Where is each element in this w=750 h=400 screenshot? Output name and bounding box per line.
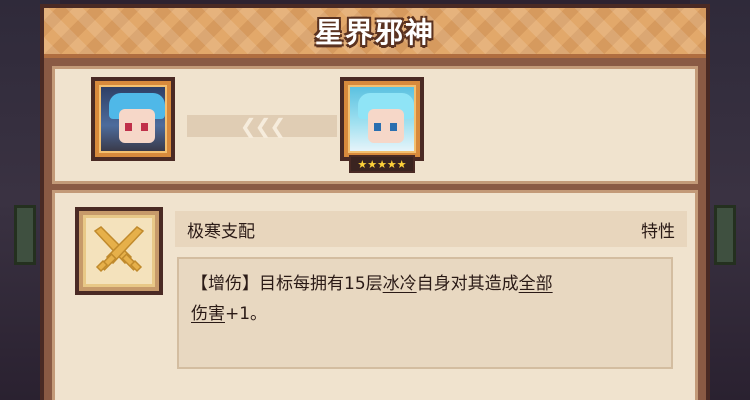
trait-name-bar: 极寒支配 特性 (175, 211, 687, 247)
blue-haired-character-icon (99, 85, 167, 153)
crossed-swords-icon (83, 215, 155, 287)
description-text: +1。 (225, 304, 268, 324)
trait-icon-frame (75, 207, 163, 295)
side-tab-right (714, 205, 736, 265)
trait-dialog: 星界邪神 ❮❮❮ ★★★★★ 极寒支配 特性 【增伤】目标每拥有15层冰冷自身对… (40, 4, 710, 400)
dialog-header: 星界邪神 (44, 8, 706, 58)
ice-haired-character-icon (348, 85, 416, 153)
evolution-arrow: ❮❮❮ (187, 114, 337, 138)
evolution-section: ❮❮❮ ★★★★★ (52, 66, 698, 184)
description-text: 自身对其造成 (416, 274, 519, 294)
trait-section: 极寒支配 特性 【增伤】目标每拥有15层冰冷自身对其造成全部伤害+1。 (52, 190, 698, 400)
keyword-link-all[interactable]: 全部 (519, 274, 553, 294)
dialog-title: 星界邪神 (314, 16, 435, 49)
target-character-portrait[interactable] (340, 77, 424, 161)
description-text: 【增伤】目标每拥有15层 (191, 274, 383, 294)
trait-description: 【增伤】目标每拥有15层冰冷自身对其造成全部伤害+1。 (177, 257, 673, 369)
left-arrows-icon: ❮❮❮ (239, 114, 286, 138)
trait-name: 极寒支配 (187, 221, 255, 242)
source-character-portrait[interactable] (91, 77, 175, 161)
star-rating: ★★★★★ (349, 155, 415, 173)
keyword-link-frost[interactable]: 冰冷 (383, 274, 417, 294)
keyword-link-damage[interactable]: 伤害 (191, 304, 225, 324)
side-tab-left (14, 205, 36, 265)
trait-type-label: 特性 (641, 221, 675, 242)
